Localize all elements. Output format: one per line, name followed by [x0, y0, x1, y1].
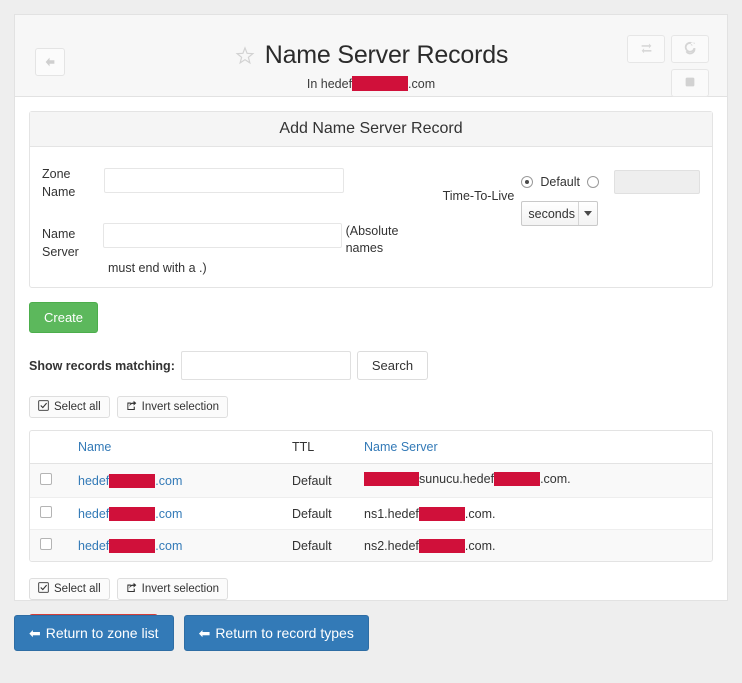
stop-button[interactable]: [671, 69, 709, 97]
selection-buttons-top: Select all Invert selection: [29, 396, 713, 418]
zone-name-label: ZoneName: [42, 163, 104, 201]
redacted-domain: [352, 76, 408, 91]
redacted-text: [494, 472, 540, 486]
return-to-zone-list-label: Return to zone list: [46, 625, 159, 641]
ttl-custom-radio[interactable]: [587, 176, 599, 188]
row-checkbox-cell: [30, 530, 58, 562]
refresh-icon: [683, 41, 697, 58]
row-checkbox[interactable]: [40, 538, 52, 550]
ttl-unit-select[interactable]: seconds: [521, 201, 598, 226]
th-name[interactable]: Name: [58, 431, 286, 464]
row-ttl-cell: Default: [286, 464, 358, 498]
row-ttl-cell: Default: [286, 530, 358, 562]
row-name-cell: hedef.com: [58, 530, 286, 562]
row-name-cell: hedef.com: [58, 498, 286, 530]
select-all-label-bottom: Select all: [54, 583, 101, 595]
ttl-custom-input[interactable]: [614, 170, 700, 194]
chevron-down-icon: [578, 202, 597, 225]
arrow-left-icon: ⬅: [199, 626, 211, 640]
row-name-link[interactable]: hedef.com: [78, 539, 182, 553]
refresh-button[interactable]: [671, 35, 709, 63]
subtitle-prefix: In hedef: [307, 77, 352, 91]
table-row: hedef.com Defaultns1.hedef.com.: [30, 498, 712, 530]
page-subtitle: In hedef .com: [15, 76, 727, 91]
table-head: Name TTL Name Server: [30, 431, 712, 464]
th-name-server-link[interactable]: Name Server: [364, 440, 438, 454]
absolute-names-hint-line1: (Absolute names: [346, 223, 439, 257]
row-name-server-cell: sunucu.hedef.com.: [358, 464, 712, 498]
return-to-record-types-button[interactable]: ⬅ Return to record types: [184, 615, 369, 651]
form-left-column: ZoneName NameServer (Absolute names must…: [42, 157, 439, 275]
selection-buttons-bottom: Select all Invert selection: [29, 578, 713, 600]
select-all-label-top: Select all: [54, 401, 101, 413]
transfer-button[interactable]: [627, 35, 665, 63]
check-square-icon: [38, 400, 49, 414]
check-square-icon: [38, 582, 49, 596]
table-body: hedef.comDefaultsunucu.hedef.com.hedef.c…: [30, 464, 712, 562]
add-record-panel: Add Name Server Record ZoneName NameServ…: [29, 111, 713, 288]
th-checkbox: [30, 431, 58, 464]
select-all-button-bottom[interactable]: Select all: [29, 578, 110, 600]
th-name-link[interactable]: Name: [78, 440, 111, 454]
stop-icon: [683, 75, 697, 92]
row-name-cell: hedef.com: [58, 464, 286, 498]
redacted-text: [109, 507, 155, 521]
star-outline-icon[interactable]: [234, 45, 256, 67]
select-all-button-top[interactable]: Select all: [29, 396, 110, 418]
page-body: Add Name Server Record ZoneName NameServ…: [14, 96, 728, 601]
name-server-label: NameServer: [42, 223, 103, 261]
zone-name-input[interactable]: [104, 168, 344, 193]
page-title: Name Server Records: [265, 43, 509, 68]
row-name-server-cell: ns2.hedef.com.: [358, 530, 712, 562]
table-row: hedef.com Defaultns2.hedef.com.: [30, 530, 712, 562]
invert-selection-button-bottom[interactable]: Invert selection: [117, 578, 228, 600]
return-to-zone-list-button[interactable]: ⬅ Return to zone list: [14, 615, 174, 651]
invert-selection-label-bottom: Invert selection: [142, 583, 219, 595]
return-to-record-types-label: Return to record types: [215, 625, 354, 641]
redacted-text: [419, 539, 465, 553]
row-checkbox-cell: [30, 498, 58, 530]
row-checkbox[interactable]: [40, 473, 52, 485]
invert-selection-button-top[interactable]: Invert selection: [117, 396, 228, 418]
search-label: Show records matching:: [29, 359, 175, 373]
ttl-unit-value: seconds: [528, 207, 575, 221]
row-name-link[interactable]: hedef.com: [78, 474, 182, 488]
records-table: Name TTL Name Server hedef.com Defaultsun…: [30, 431, 712, 561]
ttl-label: Time-To-Live: [443, 171, 515, 203]
page-header: Name Server Records In hedef .com: [14, 14, 728, 96]
th-name-server[interactable]: Name Server: [358, 431, 712, 464]
ttl-default-radio[interactable]: [521, 176, 533, 188]
invert-selection-label-top: Invert selection: [142, 401, 219, 413]
row-checkbox-cell: [30, 464, 58, 498]
arrow-left-icon: ⬅: [29, 626, 41, 640]
share-square-icon: [126, 582, 137, 596]
row-checkbox[interactable]: [40, 506, 52, 518]
share-square-icon: [126, 400, 137, 414]
form-right-column: Time-To-Live Default seconds: [439, 157, 700, 275]
row-name-link[interactable]: hedef.com: [78, 507, 182, 521]
redacted-text: [109, 474, 155, 488]
th-ttl: TTL: [286, 431, 358, 464]
absolute-names-hint-line2: must end with a .): [108, 261, 439, 275]
row-name-server-cell: ns1.hedef.com.: [358, 498, 712, 530]
name-server-input[interactable]: [103, 223, 341, 248]
redacted-text: [109, 539, 155, 553]
subtitle-suffix: .com: [408, 77, 435, 91]
records-table-wrapper: Name TTL Name Server hedef.com Defaultsun…: [29, 430, 713, 562]
table-row: hedef.com Defaultsunucu.hedef.com.: [30, 464, 712, 498]
search-button[interactable]: Search: [357, 351, 428, 380]
title-block: Name Server Records In hedef .com: [15, 43, 727, 91]
redacted-text: [419, 507, 465, 521]
table-header-row: Name TTL Name Server: [30, 431, 712, 464]
panel-heading: Add Name Server Record: [30, 112, 712, 147]
ttl-default-label: Default: [540, 175, 580, 189]
search-row: Show records matching: Search: [29, 351, 713, 380]
redacted-text: [364, 472, 419, 486]
page-footer: ⬅ Return to zone list ⬅ Return to record…: [14, 615, 728, 651]
transfer-icon: [640, 41, 653, 57]
header-actions: [627, 35, 709, 97]
create-button[interactable]: Create: [29, 302, 98, 333]
search-input[interactable]: [181, 351, 351, 380]
row-ttl-cell: Default: [286, 498, 358, 530]
